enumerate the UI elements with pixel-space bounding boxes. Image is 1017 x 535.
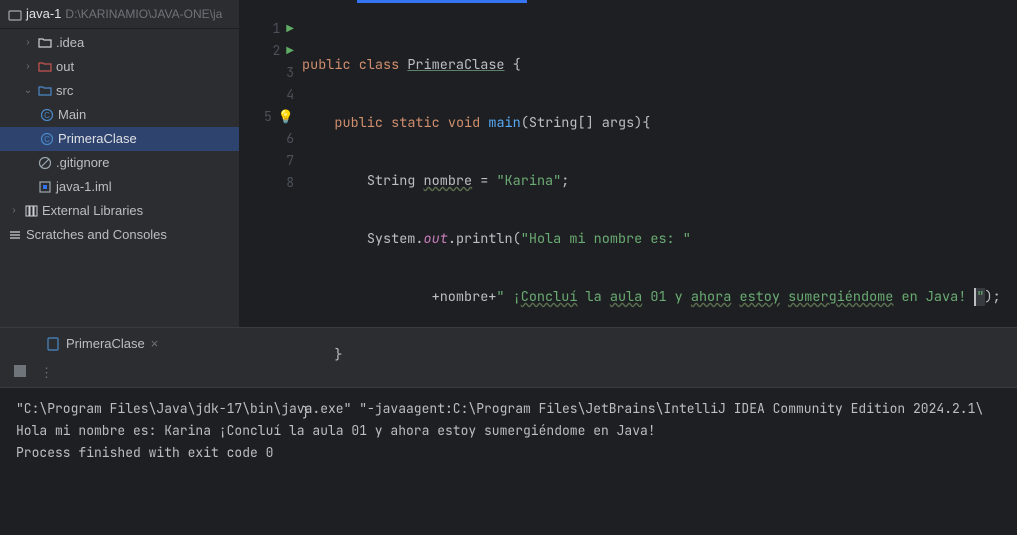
run-icon[interactable]: ▶ [286, 40, 294, 62]
gitignore-icon [38, 155, 52, 171]
project-icon [8, 6, 22, 22]
more-button[interactable]: ⋮ [40, 365, 55, 381]
tree-label: src [56, 83, 73, 98]
tree-label: out [56, 59, 74, 74]
chevron-right-icon: › [22, 61, 34, 72]
class-icon: C [40, 107, 54, 123]
line-number: 4 [286, 84, 294, 106]
line-number: 5 [264, 106, 272, 128]
project-sidebar: java-1 D:\KARINAMIO\JAVA-ONE\ja › .idea … [0, 0, 240, 327]
scratch-icon [8, 227, 22, 243]
folder-icon [38, 35, 52, 51]
project-path: D:\KARINAMIO\JAVA-ONE\ja [65, 7, 222, 21]
line-number: 3 [286, 62, 294, 84]
tree-label: .idea [56, 35, 84, 50]
tree-item-iml[interactable]: java-1.iml [0, 175, 239, 199]
tree-item-main[interactable]: C Main [0, 103, 239, 127]
active-tab-indicator [357, 0, 527, 3]
line-number: 1 [272, 18, 280, 40]
stop-icon [14, 365, 26, 377]
tree-label: java-1.iml [56, 179, 112, 194]
tree-label: Main [58, 107, 86, 122]
project-name: java-1 [26, 6, 61, 21]
folder-icon [38, 59, 52, 75]
tree-item-primera[interactable]: C PrimeraClase [0, 127, 239, 151]
chevron-right-icon: › [8, 205, 20, 216]
class-icon [46, 335, 60, 351]
line-number: 6 [286, 128, 294, 150]
svg-text:C: C [44, 111, 50, 120]
intention-bulb-icon[interactable]: 💡 [278, 106, 294, 128]
code-content[interactable]: public class PrimeraClase { public stati… [302, 0, 1017, 327]
run-tab-label: PrimeraClase [66, 336, 145, 351]
project-header[interactable]: java-1 D:\KARINAMIO\JAVA-ONE\ja [0, 0, 239, 29]
code-editor[interactable]: 1 ▶ 2 ▶ 3 4 5 💡 6 7 8 public class PrimeraC… [240, 0, 1017, 327]
line-number: 7 [286, 150, 294, 172]
tree-item-scratch[interactable]: Scratches and Consoles [0, 223, 239, 247]
tree-label: Scratches and Consoles [26, 227, 167, 242]
tree-item-src[interactable]: ⌄ src [0, 79, 239, 103]
line-number: 8 [286, 172, 294, 194]
module-icon [38, 179, 52, 195]
tree-label: External Libraries [42, 203, 143, 218]
library-icon [24, 203, 38, 219]
chevron-down-icon: ⌄ [22, 85, 34, 96]
svg-text:C: C [44, 135, 50, 144]
tree-item-gitignore[interactable]: .gitignore [0, 151, 239, 175]
tree-item-libs[interactable]: › External Libraries [0, 199, 239, 223]
run-tab[interactable]: PrimeraClase × [36, 335, 168, 351]
run-icon[interactable]: ▶ [286, 18, 294, 40]
project-tree: › .idea › out ⌄ src [0, 29, 239, 247]
stop-button[interactable] [14, 365, 26, 380]
editor-gutter: 1 ▶ 2 ▶ 3 4 5 💡 6 7 8 [240, 0, 302, 327]
tree-label: PrimeraClase [58, 131, 137, 146]
chevron-right-icon: › [22, 37, 34, 48]
close-icon[interactable]: × [151, 336, 159, 351]
line-number: 2 [272, 40, 280, 62]
class-icon: C [40, 131, 54, 147]
tree-item-idea[interactable]: › .idea [0, 31, 239, 55]
folder-icon [38, 83, 52, 99]
tree-item-out[interactable]: › out [0, 55, 239, 79]
tree-label: .gitignore [56, 155, 109, 170]
